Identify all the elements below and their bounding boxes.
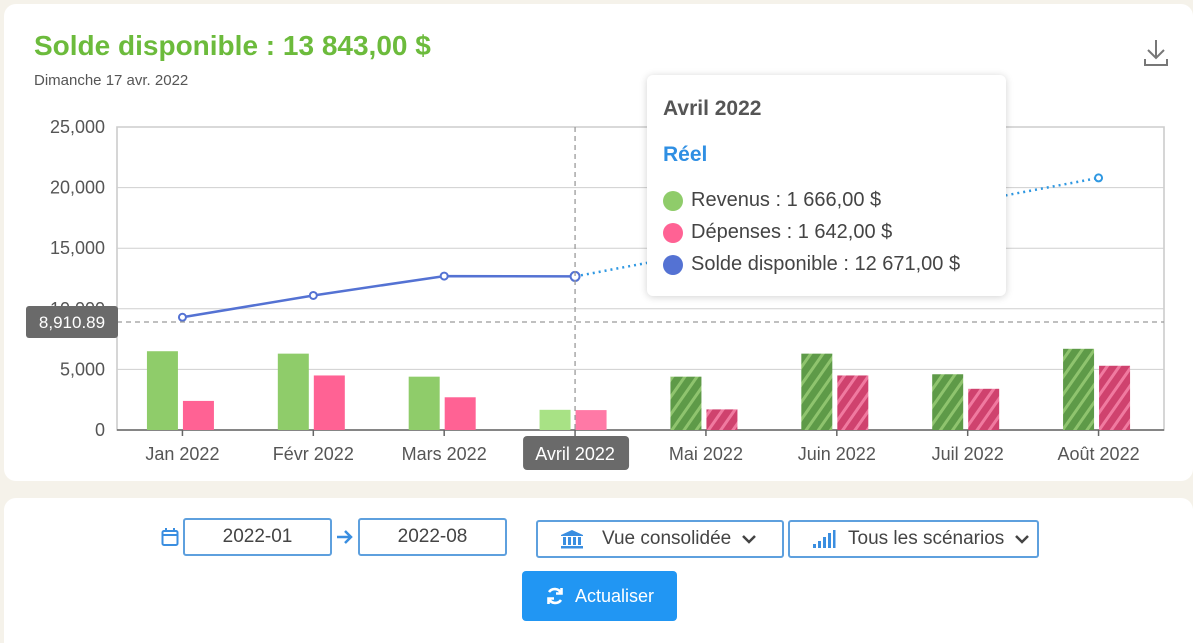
bar-revenus	[408, 376, 440, 430]
solde-point	[177, 312, 187, 322]
y-tick-label: 0	[95, 420, 105, 440]
solde-point	[1094, 173, 1104, 183]
revenus-dot-icon	[663, 190, 683, 211]
y-tick-label: 25,000	[50, 117, 105, 137]
tooltip-row-depenses: Dépenses : 1 642,00 $	[663, 221, 892, 244]
scenario-select-label: Tous les scénarios	[848, 528, 1005, 549]
solde-point	[439, 271, 449, 281]
tooltip-row-revenus: Revenus : 1 666,00 $	[663, 189, 881, 212]
chart-tooltip: Avril 2022 Réel Revenus : 1 666,00 $ Dép…	[647, 75, 1006, 296]
chevron-down-icon	[1015, 535, 1030, 544]
x-tick-label: Août 2022	[1058, 444, 1140, 464]
controls-card: 2022-01 2022-08 Vue consolidée Tous les …	[4, 498, 1193, 643]
tooltip-subtitle: Réel	[663, 143, 708, 166]
bar-revenus	[146, 351, 178, 430]
bank-icon	[561, 530, 583, 549]
chart: 05,00010,00015,00020,00025,000Jan 2022Fé…	[26, 117, 1165, 470]
y-tick-label: 5,000	[60, 359, 105, 379]
solde-dot-icon	[663, 254, 683, 275]
x-tick-label: Juil 2022	[932, 444, 1004, 464]
x-tick-label: Mai 2022	[669, 444, 743, 464]
bar-depenses	[313, 375, 345, 430]
tooltip-solde-label: Solde disponible : 12 671,00 $	[691, 253, 961, 275]
x-tick-label: Avril 2022	[535, 444, 615, 464]
chevron-down-icon	[742, 535, 757, 544]
tooltip-title: Avril 2022	[663, 97, 762, 120]
x-tick-label: Jan 2022	[145, 444, 219, 464]
refresh-button[interactable]: Actualiser	[522, 571, 677, 621]
bar-depenses	[575, 410, 607, 430]
calendar-icon	[161, 528, 179, 546]
bar-depenses	[706, 409, 738, 430]
bar-depenses	[837, 375, 869, 430]
depenses-dot-icon	[663, 222, 683, 243]
chart-card: Solde disponible : 13 843,00 $ Dimanche …	[4, 4, 1193, 481]
tooltip-depenses-label: Dépenses : 1 642,00 $	[691, 221, 893, 243]
refresh-icon	[547, 587, 563, 605]
refresh-label: Actualiser	[574, 585, 655, 606]
bar-revenus	[539, 409, 571, 430]
signal-bars-icon	[813, 530, 836, 548]
bar-revenus	[277, 353, 309, 430]
bar-depenses	[1099, 365, 1131, 430]
y-tick-label: 20,000	[50, 178, 105, 198]
view-select-label: Vue consolidée	[602, 528, 732, 549]
bar-revenus	[932, 374, 964, 430]
arrow-right-icon	[337, 530, 353, 544]
x-tick-label: Févr 2022	[273, 444, 354, 464]
bar-revenus	[670, 376, 702, 430]
bar-depenses	[444, 397, 476, 430]
tooltip-row-solde: Solde disponible : 12 671,00 $	[663, 253, 960, 276]
scenario-select[interactable]: Tous les scénarios	[788, 520, 1039, 558]
view-select[interactable]: Vue consolidée	[536, 520, 784, 558]
x-tick-label: Mars 2022	[402, 444, 487, 464]
tooltip-revenus-label: Revenus : 1 666,00 $	[691, 189, 882, 211]
solde-point	[308, 290, 318, 300]
bar-revenus	[801, 353, 833, 430]
plot-frame	[116, 126, 1165, 431]
solde-line-actual	[182, 274, 576, 319]
bar-revenus	[1063, 348, 1095, 430]
date-from-input[interactable]: 2022-01	[183, 518, 332, 556]
date-to-input[interactable]: 2022-08	[358, 518, 507, 556]
x-tick-label: Juin 2022	[798, 444, 876, 464]
y-tick-label: 15,000	[50, 238, 105, 258]
bar-depenses	[968, 388, 1000, 430]
crosshair-value-label: 8,910.89	[39, 313, 105, 332]
bar-depenses	[182, 400, 214, 430]
